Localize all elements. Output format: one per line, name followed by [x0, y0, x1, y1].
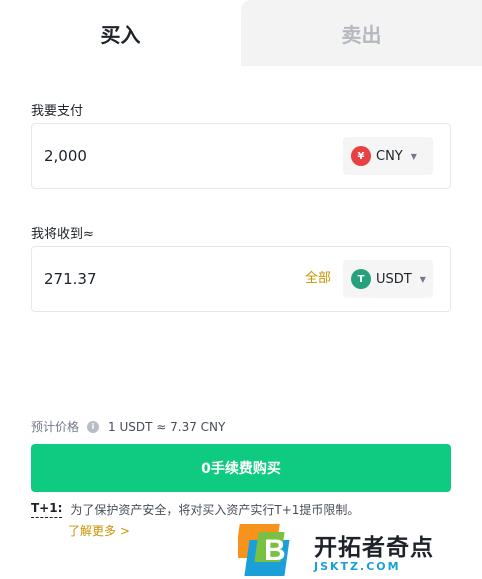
- pay-currency-label: CNY: [376, 148, 403, 164]
- receive-label: 我将收到≈: [31, 227, 94, 242]
- pay-amount-input[interactable]: 2,000: [44, 124, 87, 188]
- trade-tabs: 买入 卖出: [0, 0, 482, 66]
- watermark-logo-icon: B: [234, 522, 306, 579]
- pay-amount-field[interactable]: 2,000 ¥ CNY ▼: [31, 123, 451, 189]
- tab-sell[interactable]: 卖出: [241, 0, 482, 66]
- chevron-down-icon: ▼: [410, 151, 417, 161]
- receive-currency-label: USDT: [376, 271, 412, 287]
- all-button[interactable]: 全部: [305, 247, 331, 311]
- receive-currency-select[interactable]: T USDT ▼: [343, 260, 433, 298]
- price-rate: 1 USDT ≈ 7.37 CNY: [108, 419, 226, 434]
- watermark-title: 开拓者奇点: [314, 535, 434, 561]
- tab-buy[interactable]: 买入: [0, 0, 241, 66]
- notice-text: 为了保护资产安全，将对买入资产实行T+1提币限制。: [70, 503, 360, 517]
- svg-text:B: B: [264, 534, 286, 567]
- buy-button[interactable]: 0手续费购买: [31, 444, 451, 492]
- pay-label: 我要支付: [31, 104, 84, 119]
- tether-icon: T: [351, 269, 371, 289]
- pay-currency-select[interactable]: ¥ CNY ▼: [343, 137, 433, 175]
- price-label: 预计价格: [31, 420, 80, 434]
- notice: T+1: 为了保护资产安全，将对买入资产实行T+1提币限制。: [31, 501, 359, 518]
- estimated-price: 预计价格 i 1 USDT ≈ 7.37 CNY: [31, 418, 225, 435]
- chevron-down-icon: ▼: [419, 274, 426, 284]
- notice-tag: T+1:: [31, 501, 63, 518]
- learn-more-link[interactable]: 了解更多 >: [68, 522, 130, 539]
- receive-amount-field[interactable]: 271.37 全部 T USDT ▼: [31, 246, 451, 312]
- watermark: B 开拓者奇点 JSKTZ.COM: [234, 522, 482, 579]
- receive-amount-input[interactable]: 271.37: [44, 247, 97, 311]
- yuan-icon: ¥: [351, 146, 371, 166]
- info-icon[interactable]: i: [87, 420, 100, 433]
